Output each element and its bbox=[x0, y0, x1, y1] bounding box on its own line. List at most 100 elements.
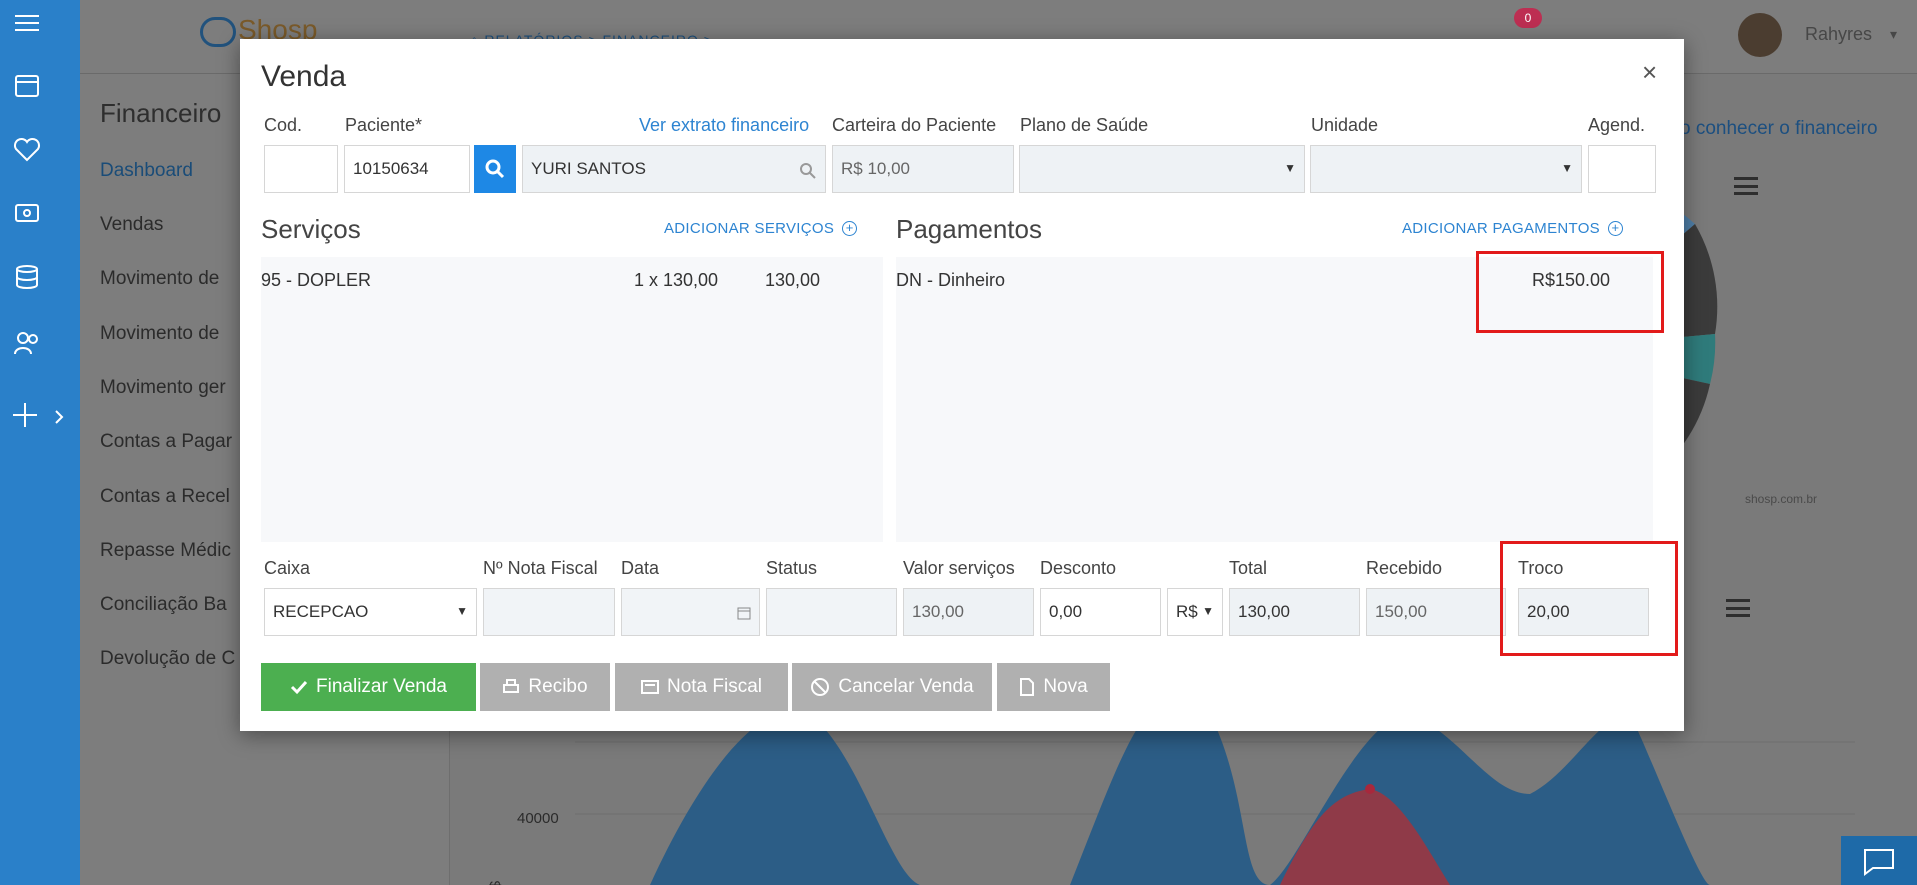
finalizar-label: Finalizar Venda bbox=[316, 676, 447, 697]
search-icon-small bbox=[800, 163, 816, 179]
ver-extrato-link[interactable]: Ver extrato financeiro bbox=[639, 115, 809, 136]
cancelar-venda-button[interactable]: Cancelar Venda bbox=[792, 663, 992, 711]
database-icon[interactable] bbox=[12, 262, 42, 292]
recibo-button[interactable]: Recibo bbox=[480, 663, 610, 711]
y-tick-40000: 40000 bbox=[517, 810, 559, 827]
invoice-icon bbox=[640, 680, 659, 694]
search-button[interactable] bbox=[474, 145, 516, 193]
nav-item-vendas[interactable]: Vendas bbox=[100, 214, 163, 236]
users-icon[interactable] bbox=[12, 328, 42, 358]
logo-cloud-icon bbox=[200, 16, 236, 47]
valor-label: Valor serviços bbox=[903, 558, 1015, 578]
chevron-right-icon[interactable] bbox=[50, 402, 68, 432]
highlight-box-pagamento bbox=[1476, 251, 1664, 333]
pagamento-name[interactable]: DN - Dinheiro bbox=[896, 270, 1005, 291]
servico-name[interactable]: 95 - DOPLER bbox=[261, 270, 371, 291]
valor-servicos-input[interactable]: 130,00 bbox=[903, 588, 1034, 636]
nav-item-movimento-2[interactable]: Movimento de bbox=[100, 323, 219, 345]
data-label: Data bbox=[621, 558, 660, 578]
close-icon[interactable]: × bbox=[1642, 57, 1657, 88]
plano-select[interactable] bbox=[1019, 145, 1305, 193]
recebido-label: Recebido bbox=[1366, 558, 1443, 578]
desconto-input[interactable]: 0,00 bbox=[1040, 588, 1161, 636]
nota-label: Nº Nota Fiscal bbox=[483, 558, 598, 578]
agend-input[interactable] bbox=[1588, 145, 1656, 193]
plus-circle-icon: + bbox=[842, 221, 858, 236]
caixa-label: Caixa bbox=[264, 558, 311, 578]
chat-button[interactable] bbox=[1841, 836, 1917, 885]
nav-item-movimento-1[interactable]: Movimento de bbox=[100, 268, 219, 290]
cod-label: Cod. bbox=[264, 115, 303, 135]
check-icon bbox=[290, 680, 308, 695]
paciente-id-input[interactable]: 10150634 bbox=[344, 145, 470, 193]
nota-fiscal-button[interactable]: Nota Fiscal bbox=[615, 663, 788, 711]
status-label: Status bbox=[766, 558, 818, 578]
nav-item-dashboard[interactable]: Dashboard bbox=[100, 160, 193, 182]
adicionar-pagamentos-label: ADICIONAR PAGAMENTOS bbox=[1402, 220, 1600, 237]
data-input[interactable] bbox=[621, 588, 760, 636]
desconto-label: Desconto bbox=[1040, 558, 1117, 578]
servicos-title: Serviços bbox=[261, 214, 361, 244]
cancelar-label: Cancelar Venda bbox=[838, 676, 974, 697]
nav-item-devolucao[interactable]: Devolução de C bbox=[100, 648, 235, 670]
nav-item-movimento-geral[interactable]: Movimento ger bbox=[100, 377, 226, 399]
adicionar-pagamentos-link[interactable]: ADICIONAR PAGAMENTOS + bbox=[1402, 220, 1623, 237]
paciente-label: Paciente* bbox=[345, 115, 423, 135]
pagamentos-title: Pagamentos bbox=[896, 214, 1042, 244]
servico-total: 130,00 bbox=[765, 270, 821, 290]
search-icon bbox=[485, 159, 505, 179]
adicionar-servicos-link[interactable]: ADICIONAR SERVIÇOS + bbox=[664, 220, 858, 237]
unidade-select[interactable] bbox=[1310, 145, 1582, 193]
nav-item-contas-receber[interactable]: Contas a Recel bbox=[100, 486, 230, 508]
watermark: shosp.com.br bbox=[1745, 492, 1818, 506]
plano-label: Plano de Saúde bbox=[1020, 115, 1149, 135]
nova-label: Nova bbox=[1043, 676, 1088, 697]
desconto-tipo-select[interactable]: R$ bbox=[1167, 588, 1223, 636]
nova-button[interactable]: Nova bbox=[997, 663, 1110, 711]
total-input[interactable]: 130,00 bbox=[1229, 588, 1360, 636]
servico-qty: 1 x 130,00 bbox=[634, 270, 719, 290]
cod-input[interactable] bbox=[264, 145, 338, 193]
avatar[interactable] bbox=[1738, 13, 1782, 57]
file-icon bbox=[1020, 678, 1035, 696]
carteira-label: Carteira do Paciente bbox=[832, 115, 997, 135]
highlight-box-troco bbox=[1500, 541, 1678, 656]
heart-icon[interactable] bbox=[12, 134, 42, 164]
nota-fiscal-label: Nota Fiscal bbox=[666, 676, 763, 697]
calendar-icon bbox=[737, 607, 751, 620]
y-axis-label: R$ bbox=[487, 881, 504, 885]
carteira-input[interactable]: R$ 10,00 bbox=[832, 145, 1014, 193]
left-rail bbox=[0, 0, 80, 885]
nota-input[interactable] bbox=[483, 588, 615, 636]
nav-item-repasse[interactable]: Repasse Médic bbox=[100, 540, 231, 562]
recebido-input[interactable]: 150,00 bbox=[1366, 588, 1506, 636]
total-label: Total bbox=[1229, 558, 1268, 578]
servicos-list bbox=[261, 257, 883, 542]
username[interactable]: Rahyres bbox=[1805, 24, 1872, 45]
caixa-select[interactable]: RECEPCAO bbox=[264, 588, 477, 636]
paciente-nome-input[interactable]: YURI SANTOS bbox=[522, 145, 826, 193]
chevron-down-icon[interactable]: ▾ bbox=[1890, 26, 1897, 43]
know-financeiro-link[interactable]: o conhecer o financeiro bbox=[1680, 118, 1878, 140]
calendar-icon[interactable] bbox=[12, 70, 42, 100]
hamburger-icon[interactable] bbox=[12, 8, 42, 38]
app: Shosp ⌂ RELATÓRIOS > FINANCEIRO > 0 Rahy… bbox=[0, 0, 1917, 885]
chart-menu-icon-2[interactable] bbox=[1726, 599, 1750, 617]
ban-icon bbox=[811, 678, 830, 696]
plus-circle-icon: + bbox=[1607, 221, 1623, 236]
finalizar-venda-button[interactable]: Finalizar Venda bbox=[261, 663, 476, 711]
adicionar-servicos-label: ADICIONAR SERVIÇOS bbox=[664, 220, 835, 237]
nav-item-contas-pagar[interactable]: Contas a Pagar bbox=[100, 431, 232, 453]
paciente-nome-value: YURI SANTOS bbox=[531, 159, 646, 178]
add-icon[interactable] bbox=[10, 400, 40, 430]
nav-item-conciliacao[interactable]: Conciliação Ba bbox=[100, 594, 227, 616]
venda-modal: Venda × Cod. Paciente* Ver extrato finan… bbox=[240, 39, 1684, 731]
status-input[interactable] bbox=[766, 588, 897, 636]
unidade-label: Unidade bbox=[1311, 115, 1379, 135]
nav-title: Financeiro bbox=[100, 98, 222, 128]
modal-title: Venda bbox=[261, 60, 347, 93]
recibo-label: Recibo bbox=[528, 676, 588, 697]
agend-label: Agend. bbox=[1588, 115, 1646, 135]
notification-badge: 0 bbox=[1514, 8, 1542, 28]
money-icon[interactable] bbox=[12, 198, 42, 228]
